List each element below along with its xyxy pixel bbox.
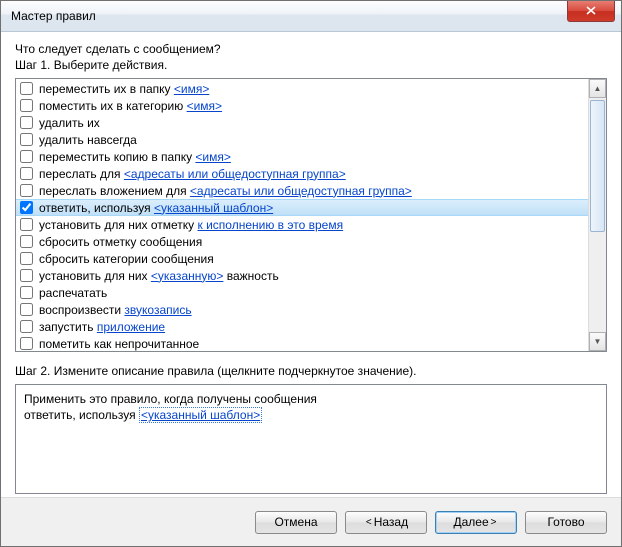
action-checkbox[interactable] <box>20 252 33 265</box>
action-label: установить для них отметку к исполнению … <box>39 218 343 232</box>
action-row[interactable]: сбросить отметку сообщения <box>16 233 588 250</box>
finish-button[interactable]: Готово <box>525 511 607 534</box>
step1-label: Шаг 1. Выберите действия. <box>15 58 607 72</box>
action-link[interactable]: <указанный шаблон> <box>154 201 273 215</box>
actions-listbox: переместить их в папку <имя> поместить их… <box>15 78 607 352</box>
action-label: сбросить категории сообщения <box>39 252 214 266</box>
action-checkbox[interactable] <box>20 116 33 129</box>
action-row[interactable]: переместить копию в папку <имя> <box>16 148 588 165</box>
action-label: переместить копию в папку <имя> <box>39 150 231 164</box>
action-row[interactable]: установить для них отметку к исполнению … <box>16 216 588 233</box>
back-button[interactable]: < Назад <box>345 511 427 534</box>
action-checkbox[interactable] <box>20 320 33 333</box>
action-checkbox[interactable] <box>20 99 33 112</box>
action-row[interactable]: установить для них <указанную> важность <box>16 267 588 284</box>
action-row[interactable]: переместить их в папку <имя> <box>16 80 588 97</box>
action-label: переслать для <адресаты или общедоступна… <box>39 167 346 181</box>
action-row[interactable]: переслать вложением для <адресаты или об… <box>16 182 588 199</box>
scroll-track[interactable] <box>589 98 606 332</box>
desc-line2: ответить, используя <указанный шаблон> <box>24 407 598 423</box>
action-label: переместить их в папку <имя> <box>39 82 209 96</box>
actions-list[interactable]: переместить их в папку <имя> поместить их… <box>16 79 588 351</box>
action-checkbox[interactable] <box>20 201 33 214</box>
action-label: сбросить отметку сообщения <box>39 235 202 249</box>
action-checkbox[interactable] <box>20 218 33 231</box>
close-button[interactable] <box>567 1 615 22</box>
titlebar: Мастер правил <box>1 1 621 32</box>
action-row[interactable]: ответить, используя <указанный шаблон> <box>16 199 588 216</box>
action-row[interactable]: сбросить категории сообщения <box>16 250 588 267</box>
scroll-thumb[interactable] <box>590 100 605 232</box>
action-link[interactable]: звукозапись <box>124 303 191 317</box>
action-checkbox[interactable] <box>20 337 33 350</box>
button-bar: Отмена < Назад Далее > Готово <box>1 497 621 546</box>
action-row[interactable]: распечатать <box>16 284 588 301</box>
action-row[interactable]: удалить их <box>16 114 588 131</box>
action-label: запустить приложение <box>39 320 165 334</box>
action-label: поместить их в категорию <имя> <box>39 99 222 113</box>
action-row[interactable]: поместить их в категорию <имя> <box>16 97 588 114</box>
rules-wizard-window: Мастер правил Что следует сделать с сооб… <box>0 0 622 547</box>
desc-line1: Применить это правило, когда получены со… <box>24 391 598 407</box>
action-row[interactable]: пометить как непрочитанное <box>16 335 588 351</box>
action-row[interactable]: воспроизвести звукозапись <box>16 301 588 318</box>
action-link[interactable]: <имя> <box>187 99 222 113</box>
action-row[interactable]: удалить навсегда <box>16 131 588 148</box>
action-checkbox[interactable] <box>20 150 33 163</box>
step2-label: Шаг 2. Измените описание правила (щелкни… <box>15 364 607 378</box>
action-label: пометить как непрочитанное <box>39 337 199 351</box>
action-link[interactable]: <имя> <box>195 150 230 164</box>
action-label: распечатать <box>39 286 107 300</box>
intro-text: Что следует сделать с сообщением? <box>15 42 607 56</box>
template-link[interactable]: <указанный шаблон> <box>139 407 262 423</box>
action-link[interactable]: <адресаты или общедоступная группа> <box>124 167 346 181</box>
action-checkbox[interactable] <box>20 133 33 146</box>
next-button[interactable]: Далее > <box>435 511 517 534</box>
action-link[interactable]: <адресаты или общедоступная группа> <box>190 184 412 198</box>
action-row[interactable]: запустить приложение <box>16 318 588 335</box>
action-checkbox[interactable] <box>20 269 33 282</box>
action-checkbox[interactable] <box>20 303 33 316</box>
dialog-body: Что следует сделать с сообщением? Шаг 1.… <box>1 32 621 497</box>
action-label: установить для них <указанную> важность <box>39 269 279 283</box>
action-checkbox[interactable] <box>20 184 33 197</box>
action-label: ответить, используя <указанный шаблон> <box>39 201 273 215</box>
action-link[interactable]: к исполнению в это время <box>198 218 344 232</box>
action-checkbox[interactable] <box>20 235 33 248</box>
action-link[interactable]: приложение <box>97 320 165 334</box>
window-title: Мастер правил <box>11 9 96 23</box>
action-link[interactable]: <имя> <box>174 82 209 96</box>
action-checkbox[interactable] <box>20 167 33 180</box>
rule-description-box: Применить это правило, когда получены со… <box>15 384 607 494</box>
scrollbar[interactable]: ▲ ▼ <box>588 79 606 351</box>
action-label: переслать вложением для <адресаты или об… <box>39 184 412 198</box>
cancel-button[interactable]: Отмена <box>255 511 337 534</box>
action-link[interactable]: <указанную> <box>151 269 224 283</box>
action-label: удалить их <box>39 116 100 130</box>
close-icon <box>586 6 596 15</box>
action-checkbox[interactable] <box>20 286 33 299</box>
scroll-down-button[interactable]: ▼ <box>589 332 606 351</box>
action-checkbox[interactable] <box>20 82 33 95</box>
action-label: удалить навсегда <box>39 133 137 147</box>
scroll-up-button[interactable]: ▲ <box>589 79 606 98</box>
action-row[interactable]: переслать для <адресаты или общедоступна… <box>16 165 588 182</box>
action-label: воспроизвести звукозапись <box>39 303 192 317</box>
